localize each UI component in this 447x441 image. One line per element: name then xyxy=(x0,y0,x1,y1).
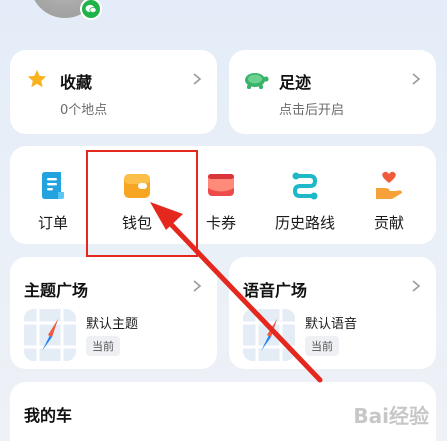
watermark: Bai经验 xyxy=(353,404,429,428)
annotation-arrow xyxy=(150,202,323,383)
